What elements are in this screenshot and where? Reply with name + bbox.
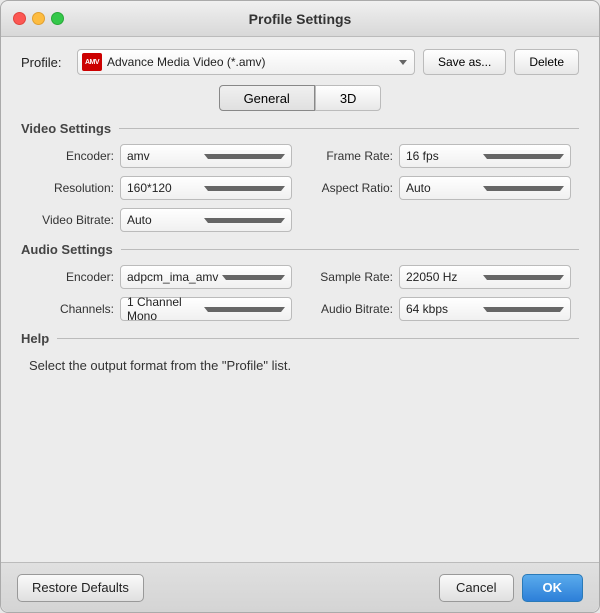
resolution-value: 160*120 <box>127 181 200 195</box>
amv-icon: AMV <box>82 53 102 71</box>
sample-rate-select-wrapper: 22050 Hz <box>399 265 571 289</box>
profile-dropdown-arrow <box>396 55 410 69</box>
channels-row: Channels: 1 Channel Mono <box>29 297 292 321</box>
audio-settings-title: Audio Settings <box>21 242 113 257</box>
profile-select-wrapper: AMV Advance Media Video (*.amv) <box>77 49 415 75</box>
tab-general[interactable]: General <box>219 85 315 111</box>
video-settings-header: Video Settings <box>21 121 579 136</box>
audio-encoder-value: adpcm_ima_amv <box>127 270 218 284</box>
profile-dropdown[interactable]: AMV Advance Media Video (*.amv) <box>77 49 415 75</box>
aspect-ratio-value: Auto <box>406 181 479 195</box>
empty-cell <box>308 208 571 232</box>
encoder-dropdown-arrow <box>204 154 285 159</box>
maximize-button[interactable] <box>51 12 64 25</box>
save-as-button[interactable]: Save as... <box>423 49 506 75</box>
audio-settings-line <box>121 249 579 250</box>
frame-rate-row: Frame Rate: 16 fps <box>308 144 571 168</box>
delete-button[interactable]: Delete <box>514 49 579 75</box>
footer: Restore Defaults Cancel OK <box>1 562 599 612</box>
audio-encoder-dropdown[interactable]: adpcm_ima_amv <box>120 265 292 289</box>
encoder-label: Encoder: <box>29 149 114 163</box>
audio-bitrate-select-wrapper: 64 kbps <box>399 297 571 321</box>
tab-3d[interactable]: 3D <box>315 85 382 111</box>
aspect-ratio-select-wrapper: Auto <box>399 176 571 200</box>
profile-row: Profile: AMV Advance Media Video (*.amv)… <box>21 49 579 75</box>
encoder-dropdown[interactable]: amv <box>120 144 292 168</box>
audio-bitrate-dropdown[interactable]: 64 kbps <box>399 297 571 321</box>
frame-rate-value: 16 fps <box>406 149 479 163</box>
audio-bitrate-dropdown-arrow <box>483 307 564 312</box>
audio-settings-section: Audio Settings Encoder: adpcm_ima_amv <box>21 242 579 321</box>
profile-settings-window: Profile Settings Profile: AMV Advance Me… <box>0 0 600 613</box>
minimize-button[interactable] <box>32 12 45 25</box>
audio-bitrate-row: Audio Bitrate: 64 kbps <box>308 297 571 321</box>
video-bitrate-dropdown[interactable]: Auto <box>120 208 292 232</box>
resolution-dropdown[interactable]: 160*120 <box>120 176 292 200</box>
sample-rate-label: Sample Rate: <box>308 270 393 284</box>
restore-defaults-button[interactable]: Restore Defaults <box>17 574 144 602</box>
aspect-ratio-dropdown[interactable]: Auto <box>399 176 571 200</box>
help-text: Select the output format from the "Profi… <box>21 354 579 377</box>
video-bitrate-row: Video Bitrate: Auto <box>29 208 292 232</box>
channels-select-wrapper: 1 Channel Mono <box>120 297 292 321</box>
aspect-ratio-label: Aspect Ratio: <box>308 181 393 195</box>
resolution-select-wrapper: 160*120 <box>120 176 292 200</box>
channels-dropdown[interactable]: 1 Channel Mono <box>120 297 292 321</box>
help-line <box>57 338 579 339</box>
profile-label: Profile: <box>21 55 69 70</box>
audio-encoder-label: Encoder: <box>29 270 114 284</box>
video-fields-grid: Encoder: amv Frame Rate: 16 fps <box>21 144 579 232</box>
sample-rate-row: Sample Rate: 22050 Hz <box>308 265 571 289</box>
cancel-button[interactable]: Cancel <box>439 574 513 602</box>
resolution-row: Resolution: 160*120 <box>29 176 292 200</box>
audio-fields-grid: Encoder: adpcm_ima_amv Sample Rate: 2205… <box>21 265 579 321</box>
help-header: Help <box>21 331 579 346</box>
video-settings-line <box>119 128 579 129</box>
frame-rate-label: Frame Rate: <box>308 149 393 163</box>
frame-rate-dropdown-arrow <box>483 154 564 159</box>
channels-value: 1 Channel Mono <box>127 295 200 323</box>
profile-select-text: Advance Media Video (*.amv) <box>107 55 396 69</box>
help-section: Help Select the output format from the "… <box>21 331 579 562</box>
resolution-label: Resolution: <box>29 181 114 195</box>
video-settings-title: Video Settings <box>21 121 111 136</box>
channels-label: Channels: <box>29 302 114 316</box>
audio-bitrate-label: Audio Bitrate: <box>308 302 393 316</box>
encoder-value: amv <box>127 149 200 163</box>
frame-rate-dropdown[interactable]: 16 fps <box>399 144 571 168</box>
traffic-lights <box>13 12 64 25</box>
audio-encoder-select-wrapper: adpcm_ima_amv <box>120 265 292 289</box>
sample-rate-dropdown-arrow <box>483 275 564 280</box>
resolution-dropdown-arrow <box>204 186 285 191</box>
video-bitrate-select-wrapper: Auto <box>120 208 292 232</box>
tabs-row: General 3D <box>21 85 579 111</box>
audio-bitrate-value: 64 kbps <box>406 302 479 316</box>
sample-rate-dropdown[interactable]: 22050 Hz <box>399 265 571 289</box>
sample-rate-value: 22050 Hz <box>406 270 479 284</box>
aspect-ratio-row: Aspect Ratio: Auto <box>308 176 571 200</box>
help-title: Help <box>21 331 49 346</box>
window-title: Profile Settings <box>249 11 352 27</box>
audio-encoder-dropdown-arrow <box>222 275 285 280</box>
video-bitrate-label: Video Bitrate: <box>29 213 114 227</box>
encoder-select-wrapper: amv <box>120 144 292 168</box>
close-button[interactable] <box>13 12 26 25</box>
frame-rate-select-wrapper: 16 fps <box>399 144 571 168</box>
amv-icon-text: AMV <box>85 59 99 66</box>
titlebar: Profile Settings <box>1 1 599 37</box>
ok-button[interactable]: OK <box>522 574 584 602</box>
video-settings-section: Video Settings Encoder: amv Frame R <box>21 121 579 232</box>
audio-settings-header: Audio Settings <box>21 242 579 257</box>
video-bitrate-dropdown-arrow <box>204 218 285 223</box>
aspect-ratio-dropdown-arrow <box>483 186 564 191</box>
encoder-row: Encoder: amv <box>29 144 292 168</box>
channels-dropdown-arrow <box>204 307 285 312</box>
footer-right-buttons: Cancel OK <box>439 574 583 602</box>
audio-encoder-row: Encoder: adpcm_ima_amv <box>29 265 292 289</box>
main-content: Profile: AMV Advance Media Video (*.amv)… <box>1 37 599 562</box>
video-bitrate-value: Auto <box>127 213 200 227</box>
